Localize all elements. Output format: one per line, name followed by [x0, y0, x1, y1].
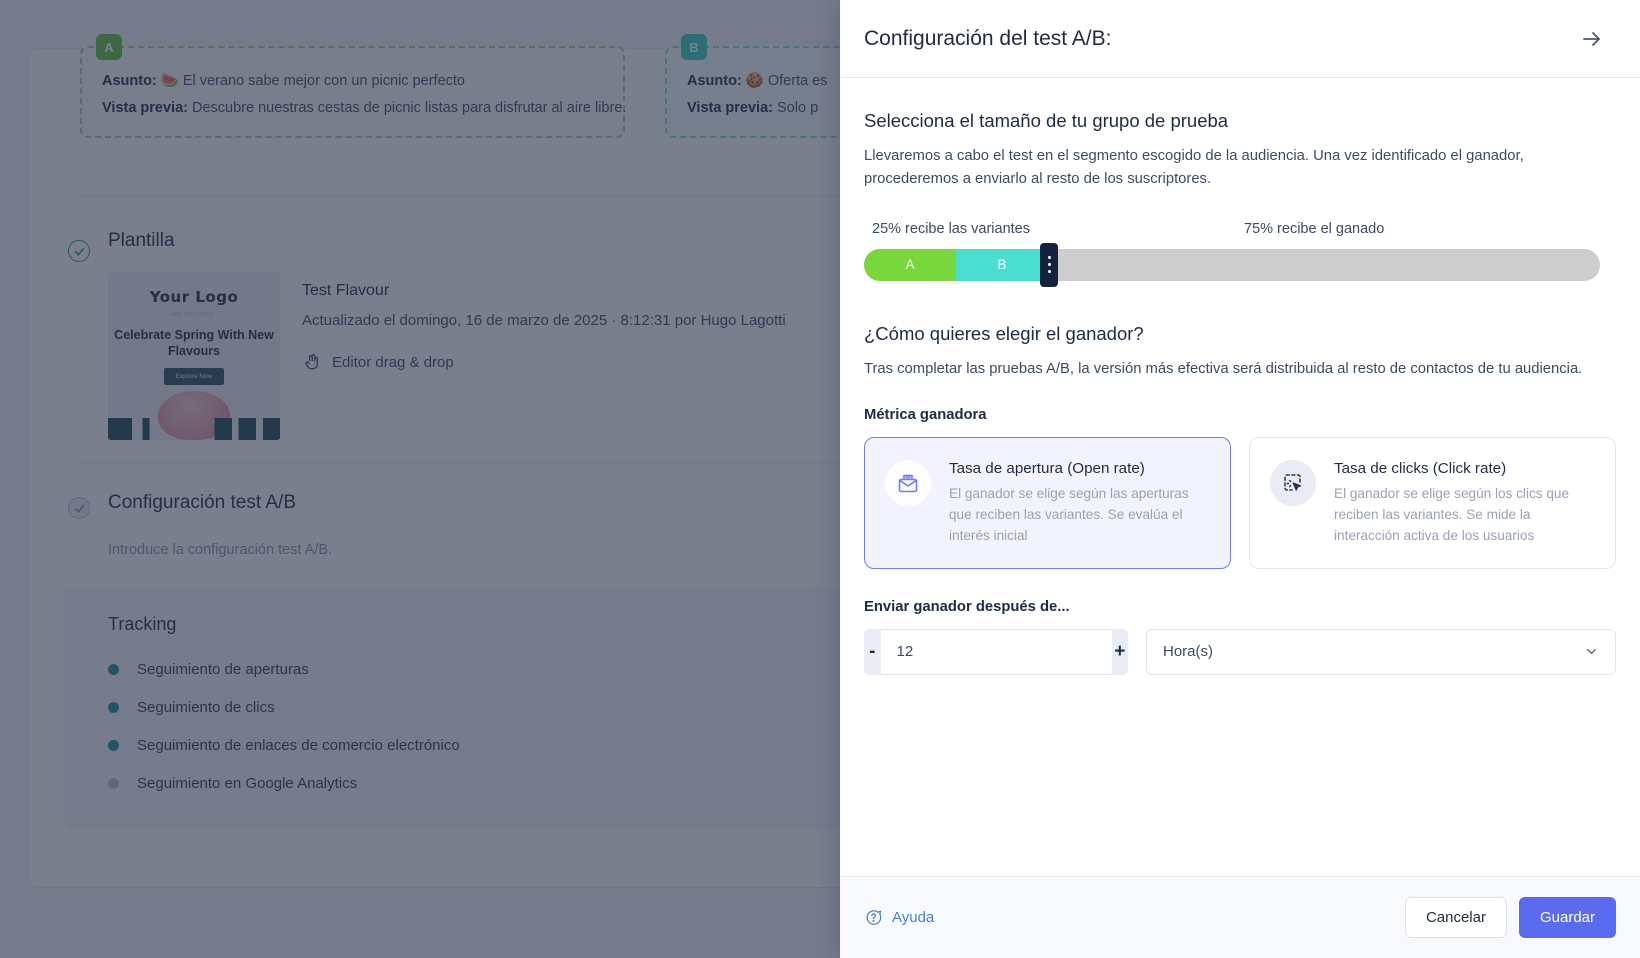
delay-unit-value: Hora(s)	[1163, 643, 1213, 660]
slider-left-label: 25% recibe las variantes	[872, 221, 1030, 237]
panel-footer: Ayuda Cancelar Guardar	[840, 876, 1640, 958]
open-envelope-icon	[885, 460, 931, 506]
metric-option-open-rate[interactable]: Tasa de apertura (Open rate) El ganador …	[864, 437, 1231, 569]
delay-label: Enviar ganador después de...	[864, 599, 1616, 615]
group-size-slider[interactable]: A B	[864, 249, 1616, 289]
increment-button[interactable]: +	[1112, 629, 1129, 675]
handle-grip-dot	[1048, 256, 1051, 259]
ab-test-settings-panel: Configuración del test A/B: Selecciona e…	[840, 0, 1640, 958]
help-label: Ayuda	[892, 909, 934, 926]
metric-option-click-rate[interactable]: Tasa de clicks (Click rate) El ganador s…	[1249, 437, 1616, 569]
quantity-stepper: - +	[864, 629, 1128, 675]
chevron-down-icon	[1584, 644, 1599, 659]
slider-segment-a: A	[864, 249, 956, 281]
metric-label: Métrica ganadora	[864, 407, 1616, 423]
delay-controls: - + Hora(s)	[864, 629, 1616, 675]
handle-grip-dot	[1048, 263, 1051, 266]
winner-description: Tras completar las pruebas A/B, la versi…	[864, 358, 1616, 381]
help-link[interactable]: Ayuda	[864, 908, 934, 927]
slider-track[interactable]: A B	[864, 249, 1600, 281]
delay-unit-select[interactable]: Hora(s)	[1146, 629, 1616, 675]
decrement-button[interactable]: -	[864, 629, 881, 675]
save-button[interactable]: Guardar	[1519, 897, 1616, 938]
app-root: A Asunto: 🍉 El verano sabe mejor con un …	[0, 0, 1640, 958]
cancel-button[interactable]: Cancelar	[1405, 897, 1507, 938]
help-chat-icon	[864, 908, 883, 927]
slider-handle[interactable]	[1040, 243, 1058, 287]
winner-heading: ¿Cómo quieres elegir el ganador?	[864, 323, 1616, 345]
slider-segment-b: B	[956, 249, 1048, 281]
page-title: Configuración del test A/B:	[864, 27, 1111, 51]
handle-grip-dot	[1048, 270, 1051, 273]
slider-right-label: 75% recibe el ganado	[1244, 221, 1384, 237]
arrow-right-icon[interactable]	[1580, 27, 1604, 51]
metric-description: El ganador se elige según los clics que …	[1334, 483, 1595, 546]
delay-value-input[interactable]	[881, 629, 1112, 675]
panel-body: Selecciona el tamaño de tu grupo de prue…	[840, 78, 1640, 876]
metric-title: Tasa de clicks (Click rate)	[1334, 460, 1595, 477]
click-cursor-icon	[1270, 460, 1316, 506]
metric-options: Tasa de apertura (Open rate) El ganador …	[864, 437, 1616, 569]
group-size-heading: Selecciona el tamaño de tu grupo de prue…	[864, 110, 1616, 132]
footer-buttons: Cancelar Guardar	[1405, 897, 1616, 938]
metric-title: Tasa de apertura (Open rate)	[949, 460, 1210, 477]
panel-header: Configuración del test A/B:	[840, 0, 1640, 78]
metric-description: El ganador se elige según las aperturas …	[949, 483, 1210, 546]
group-size-description: Llevaremos a cabo el test en el segmento…	[864, 145, 1616, 191]
slider-labels: 25% recibe las variantes 75% recibe el g…	[864, 221, 1616, 241]
